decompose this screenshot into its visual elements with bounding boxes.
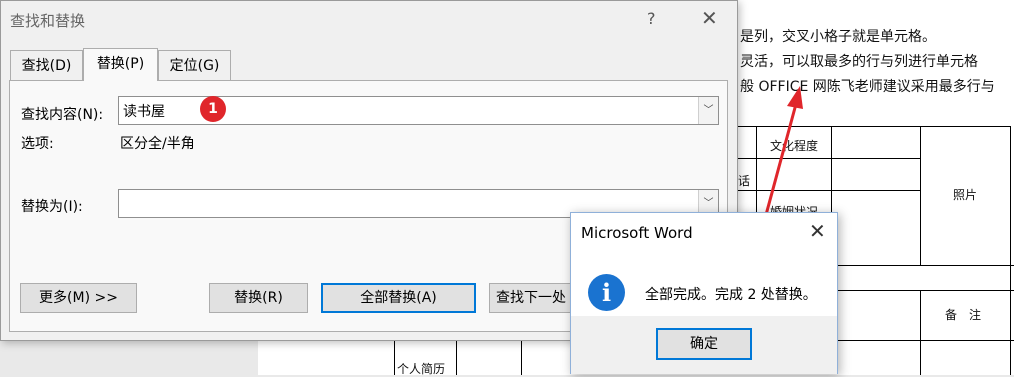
doc-text-line-2-content: 灵活，可以取最多的行与列进行单元格 xyxy=(740,54,978,70)
cell-phone: 话 xyxy=(738,174,751,188)
chevron-down-icon[interactable]: ﹀ xyxy=(698,97,718,124)
cell-remarks: 备 注 xyxy=(945,308,982,322)
message-text: 全部完成。完成 2 处替换。 xyxy=(645,287,817,303)
message-box-title: Microsoft Word xyxy=(581,224,693,242)
close-icon[interactable]: ✕ xyxy=(701,6,718,30)
table-border xyxy=(521,340,522,375)
message-box-footer: 确定 xyxy=(571,316,837,374)
dialog-title: 查找和替换 xyxy=(10,12,86,30)
doc-text-line-3: 般 OFFICE 网陈飞老师建议采用最多行与 xyxy=(740,79,995,95)
replace-all-button[interactable]: 全部替换(A) xyxy=(321,283,476,313)
replace-label: 替换为(I): xyxy=(21,199,83,215)
more-button[interactable]: 更多(M) >> xyxy=(20,283,137,313)
tab-goto[interactable]: 定位(G) xyxy=(158,50,231,80)
info-icon: i xyxy=(588,274,625,311)
table-border xyxy=(920,126,921,266)
find-next-button[interactable]: 查找下一处 xyxy=(489,283,573,313)
table-border xyxy=(838,340,1014,341)
cell-resume: 个人简历 xyxy=(397,362,446,376)
table-border xyxy=(738,190,920,191)
table-border xyxy=(456,340,457,375)
table-border xyxy=(838,265,1014,266)
tab-find[interactable]: 查找(D) xyxy=(10,50,83,80)
help-button[interactable]: ? xyxy=(647,9,656,28)
message-box: Microsoft Word ✕ i 全部完成。完成 2 处替换。 确定 xyxy=(570,212,838,374)
tab-replace[interactable]: 替换(P) xyxy=(83,48,158,81)
replace-button[interactable]: 替换(R) xyxy=(209,283,308,313)
ok-button[interactable]: 确定 xyxy=(656,328,752,360)
table-border xyxy=(920,290,921,375)
table-border xyxy=(1010,126,1011,375)
options-label: 选项: xyxy=(21,136,54,152)
table-border xyxy=(756,126,757,226)
cell-photo: 照片 xyxy=(953,188,978,202)
table-border xyxy=(838,290,1014,291)
doc-text-line-1: 是列，交叉小格子就是单元格。 xyxy=(740,29,936,45)
table-border xyxy=(738,158,920,159)
cell-education: 文化程度 xyxy=(770,139,819,153)
table-border xyxy=(831,126,832,216)
doc-text-line-2: 灵活，可以取最多的行与列进行单元格 xyxy=(740,51,978,71)
table-border xyxy=(738,126,1010,127)
find-input-value: 读书屋 xyxy=(123,104,165,120)
step-badge: 1 xyxy=(200,96,226,122)
close-icon[interactable]: ✕ xyxy=(809,219,826,243)
options-value: 区分全/半角 xyxy=(120,136,195,152)
find-label: 查找内容(N): xyxy=(21,107,104,123)
